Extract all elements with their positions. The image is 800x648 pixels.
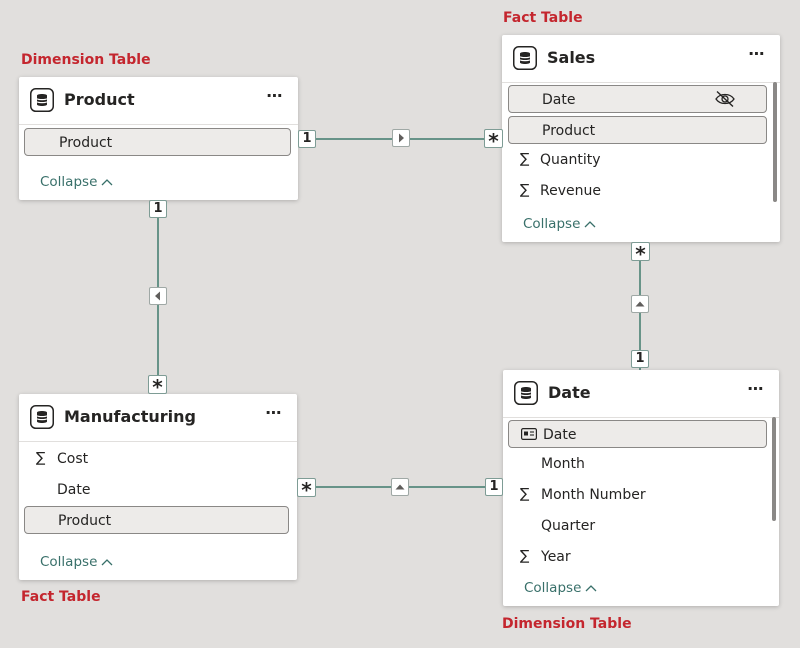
filter-direction-right-icon[interactable] [392,129,410,147]
fact-table-label: Fact Table [503,10,583,26]
field-label: Product [542,123,596,139]
collapse-button[interactable]: Collapse [523,216,596,232]
cardinality-one-marker: 1 [149,200,167,218]
cardinality-many-marker: * [148,375,167,398]
database-icon [30,405,54,429]
collapse-label: Collapse [40,174,98,190]
filter-direction-left-icon[interactable] [149,287,167,305]
table-card-header[interactable]: Sales ⋯ [502,35,780,83]
collapse-label: Collapse [40,554,98,570]
field-label: Date [542,92,576,108]
table-title: Sales [547,48,596,67]
table-title: Manufacturing [64,407,196,426]
model-diagram-canvas[interactable]: Dimension Table Fact Table Fact Table Di… [0,0,800,648]
table-card-sales[interactable]: Sales ⋯ Date Product ∑ Quantity ∑ Revenu… [502,35,780,242]
more-icon[interactable]: ⋯ [262,88,288,109]
field-month-number[interactable]: ∑ Month Number [508,481,767,509]
chevron-up-icon [585,585,597,592]
field-label: Month Number [541,487,646,503]
cardinality-many-marker: * [297,478,316,501]
field-cost[interactable]: ∑ Cost [24,445,290,473]
cardinality-one-marker: 1 [298,130,316,148]
field-label: Month [541,456,585,472]
field-label: Product [58,513,112,529]
chevron-up-icon [101,179,113,186]
id-card-icon [521,428,537,440]
filter-direction-up-icon[interactable] [391,478,409,496]
table-card-header[interactable]: Date ⋯ [503,370,779,418]
table-title: Date [548,383,591,402]
fact-table-label: Fact Table [21,589,101,605]
database-icon [514,381,538,405]
table-card-header[interactable]: Product ⋯ [19,77,298,125]
dimension-table-label: Dimension Table [21,52,151,68]
field-quarter[interactable]: Quarter [508,512,767,540]
chevron-up-icon [101,559,113,566]
field-quantity[interactable]: ∑ Quantity [508,146,767,174]
sigma-icon: ∑ [520,548,530,564]
collapse-label: Collapse [523,216,581,232]
table-title: Product [64,90,135,109]
more-icon[interactable]: ⋯ [744,46,770,67]
field-revenue[interactable]: ∑ Revenue [508,177,767,205]
field-label: Revenue [540,183,601,199]
cardinality-one-marker: 1 [631,350,649,368]
field-product[interactable]: Product [24,506,289,534]
sigma-icon: ∑ [520,151,530,167]
cardinality-one-marker: 1 [485,478,503,496]
field-product[interactable]: Product [508,116,767,144]
chevron-up-icon [584,221,596,228]
table-card-header[interactable]: Manufacturing ⋯ [19,394,297,442]
more-icon[interactable]: ⋯ [261,405,287,426]
sigma-icon: ∑ [520,486,530,502]
field-label: Cost [57,451,89,467]
field-date[interactable]: Date [508,420,767,448]
collapse-button[interactable]: Collapse [524,580,597,596]
collapse-button[interactable]: Collapse [40,554,113,570]
sigma-icon: ∑ [36,450,46,466]
table-card-date[interactable]: Date ⋯ Date Month ∑ Month Number Quarter… [503,370,779,606]
filter-direction-up-icon[interactable] [631,295,649,313]
field-year[interactable]: ∑ Year [508,543,767,571]
table-card-product[interactable]: Product ⋯ Product Collapse [19,77,298,200]
field-label: Year [541,549,571,565]
table-card-manufacturing[interactable]: Manufacturing ⋯ ∑ Cost Date Product Coll… [19,394,297,580]
collapse-label: Collapse [524,580,582,596]
field-label: Quarter [541,518,596,534]
field-product[interactable]: Product [24,128,291,156]
field-label: Quantity [540,152,601,168]
more-icon[interactable]: ⋯ [743,381,769,402]
dimension-table-label: Dimension Table [502,616,632,632]
database-icon [513,46,537,70]
cardinality-many-marker: * [631,242,650,265]
scrollbar[interactable] [773,82,777,202]
field-date[interactable]: Date [24,476,290,504]
field-label: Product [59,135,113,151]
eye-off-icon[interactable] [714,90,736,108]
collapse-button[interactable]: Collapse [40,174,113,190]
database-icon [30,88,54,112]
field-label: Date [543,427,577,443]
cardinality-many-marker: * [484,129,503,152]
scrollbar[interactable] [772,417,776,521]
field-month[interactable]: Month [508,450,767,478]
field-label: Date [57,482,91,498]
field-date[interactable]: Date [508,85,767,113]
sigma-icon: ∑ [520,182,530,198]
